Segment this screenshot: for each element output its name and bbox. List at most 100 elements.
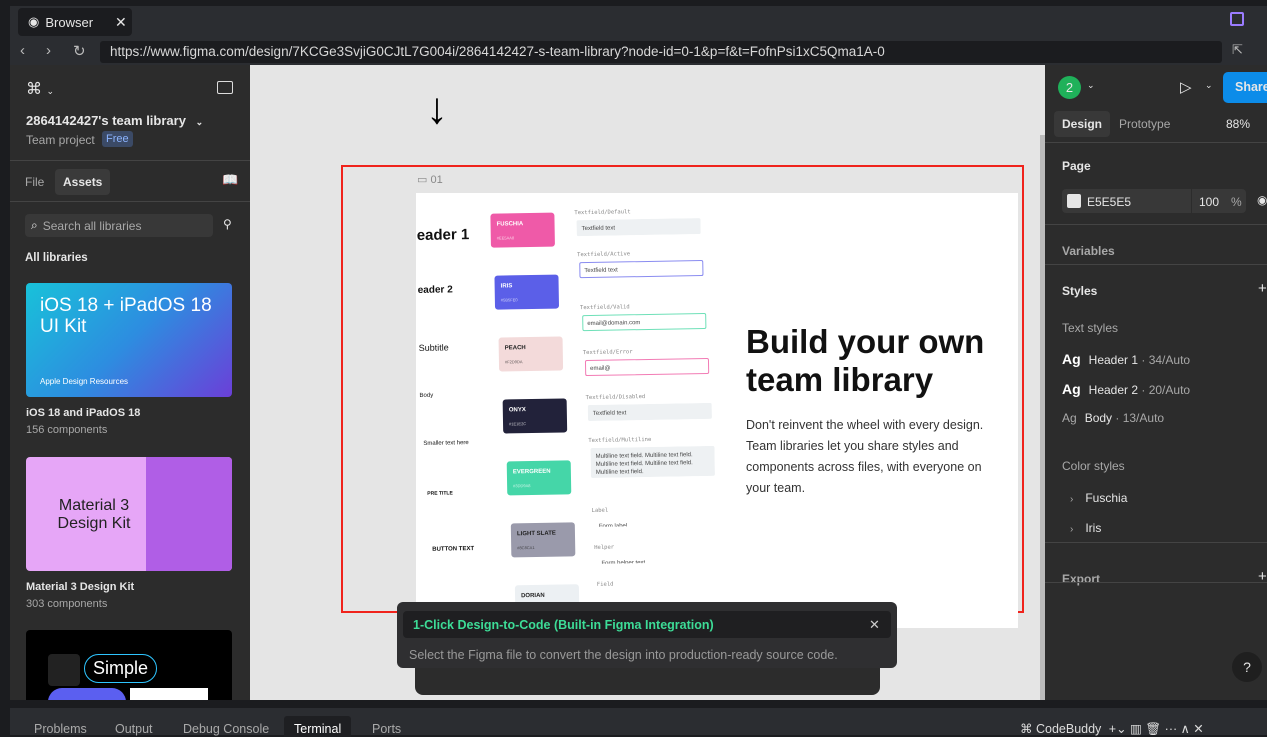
design-canvas[interactable]: ↓ ▭ 01 eader 1 eader 2 Subtitle Body Sma… [250,65,1045,700]
design-to-code-toast: 1-Click Design-to-Code (Built-in Figma I… [397,602,897,668]
swatch-name: EVERGREEN [512,468,551,476]
search-input[interactable]: ⌕ Search all libraries [25,214,213,237]
toast-title: 1-Click Design-to-Code (Built-in Figma I… [413,618,714,632]
chevron-down-icon[interactable]: ⌄ [1205,80,1213,91]
library-name[interactable]: iOS 18 and iPadOS 18 [26,407,140,419]
swatch-hex: #EE5AA8 [496,235,515,241]
page-color-value[interactable]: E5E5E5 [1087,195,1131,209]
forward-icon[interactable]: › [46,42,51,59]
toast-close-icon[interactable]: ✕ [869,617,880,633]
page-color-field[interactable]: E5E5E5 100 % [1062,189,1246,213]
tab-prototype[interactable]: Prototype [1119,117,1170,131]
project-title[interactable]: 2864142427's team library ⌄ [26,113,203,128]
tab-assets[interactable]: Assets [55,169,111,195]
variables-section[interactable]: Variables [1062,244,1115,258]
play-icon[interactable]: ▷ [1180,78,1192,96]
color-style-item[interactable]: › Iris [1070,521,1101,535]
properties-panel: 2 ⌄ ▷ ⌄ Share Design Prototype 88% Page … [1045,65,1267,700]
frame-label[interactable]: ▭ 01 [417,173,443,186]
export-section[interactable]: Export [1062,572,1100,586]
swatch-hex: #1E1E2C [509,421,527,427]
field-label: Textfield/Active [577,251,631,259]
left-sidebar: ⌘ ⌄ 2864142427's team library ⌄ Team pro… [10,65,250,700]
browser-tab[interactable]: ◉ Browser ✕ [18,8,132,36]
tab-file[interactable]: File [25,175,44,189]
field-label: Helper [594,544,615,551]
swatch-name: LIGHT SLATE [516,530,556,538]
color-styles-title: Color styles [1062,459,1125,473]
url-input[interactable]: https://www.figma.com/design/7KCGe3SvjiG… [100,41,1222,63]
type-sample: eader 2 [417,284,453,296]
frame-01[interactable]: eader 1 eader 2 Subtitle Body Smaller te… [416,193,1018,628]
thumb-title: Material 3 Design Kit [57,497,131,532]
library-thumb-material[interactable]: Material 3 Design Kit [26,457,232,571]
back-icon[interactable]: ‹ [20,42,25,59]
color-swatch-card: LIGHT SLATE #8C8CA1 [510,522,576,558]
zoom-level[interactable]: 88% [1226,117,1250,131]
library-thumb-ios[interactable]: iOS 18 + iPadOS 18 UI Kit Apple Design R… [26,283,232,397]
text-styles-title: Text styles [1062,321,1119,335]
toast-message: Select the Figma file to convert the des… [409,648,838,662]
mockup-image: eader 1 eader 2 Subtitle Body Smaller te… [416,193,725,628]
avatar[interactable]: 2 [1058,76,1081,99]
search-icon: ⌕ [31,218,38,232]
filter-icon[interactable]: ⚲ [223,217,232,231]
arrow-down-icon: ↓ [426,84,448,133]
field-value: Textfield text [587,402,712,422]
field-value: Form helper text [601,560,646,565]
swatch-hex: #8C8CA1 [517,544,535,551]
section-title: All libraries [25,252,88,264]
add-style-icon[interactable]: + [1258,280,1267,297]
plan-badge: Free [102,131,133,147]
color-swatch-card: ONYX #1E1E2C [502,398,568,434]
library-name[interactable]: Material 3 Design Kit [26,581,134,593]
panel-tab-problems[interactable]: Problems [24,716,97,737]
panel-tab-terminal[interactable]: Terminal [284,716,352,737]
field-value: email@ [584,357,710,377]
sidebar-toggle-icon[interactable] [217,81,233,94]
text-style-item[interactable]: Ag Header 2 · 20/Auto [1062,381,1190,397]
color-style-item[interactable]: › Fuschia [1070,491,1127,505]
chevron-down-icon[interactable]: ⌄ [1087,80,1095,91]
type-sample: Smaller text here [423,440,469,447]
library-thumb-simple[interactable]: Simple [26,630,232,700]
text-style-icon: Ag [1062,411,1077,425]
reload-icon[interactable]: ↻ [73,42,86,60]
percent-label: % [1231,195,1242,209]
field-label: Textfield/Error [582,349,633,357]
type-sample: BUTTON TEXT [432,546,475,553]
panel-tab-ports[interactable]: Ports [362,716,411,737]
eye-icon[interactable]: ◉ [1257,193,1267,207]
page-section-title: Page [1062,159,1091,173]
close-tab-icon[interactable]: ✕ [115,14,127,31]
tab-design[interactable]: Design [1054,111,1111,137]
help-button[interactable]: ? [1232,652,1262,682]
text-style-item[interactable]: Ag Header 1 · 34/Auto [1062,351,1190,367]
browser-tab-bar [10,6,1267,38]
type-sample: eader 1 [416,226,470,244]
library-count: 303 components [26,598,108,610]
field-label: Field [596,581,614,588]
text-style-item[interactable]: Ag Body · 13/Auto [1062,411,1164,425]
thumb-caption: Apple Design Resources [40,377,129,386]
open-external-icon[interactable]: ⇱ [1232,42,1243,58]
field-label: Label [591,507,609,514]
page-opacity-value[interactable]: 100 [1199,195,1219,209]
panel-tab-debug-console[interactable]: Debug Console [173,716,279,737]
field-label: Textfield/Valid [579,304,630,312]
split-view-icon[interactable] [1230,12,1244,26]
library-book-icon[interactable]: 📖 [222,172,238,188]
thumb-title: iOS 18 + iPadOS 18 UI Kit [40,295,212,337]
color-swatch[interactable] [1067,194,1081,208]
field-label: Textfield/Multiline [588,436,652,445]
figma-menu-icon[interactable]: ⌘ ⌄ [26,79,54,99]
eye-icon: ◉ [28,14,40,29]
type-sample: PRE TITLE [427,490,453,497]
share-button[interactable]: Share [1223,72,1267,103]
headline: Build your own team library [746,323,985,398]
field-value: email@domain.com [582,312,707,332]
color-swatch-card: PEACH #F2D9DA [498,336,564,372]
chevron-right-icon: › [1070,494,1074,505]
field-label: Textfield/Disabled [585,394,646,402]
panel-tab-output[interactable]: Output [105,716,163,737]
